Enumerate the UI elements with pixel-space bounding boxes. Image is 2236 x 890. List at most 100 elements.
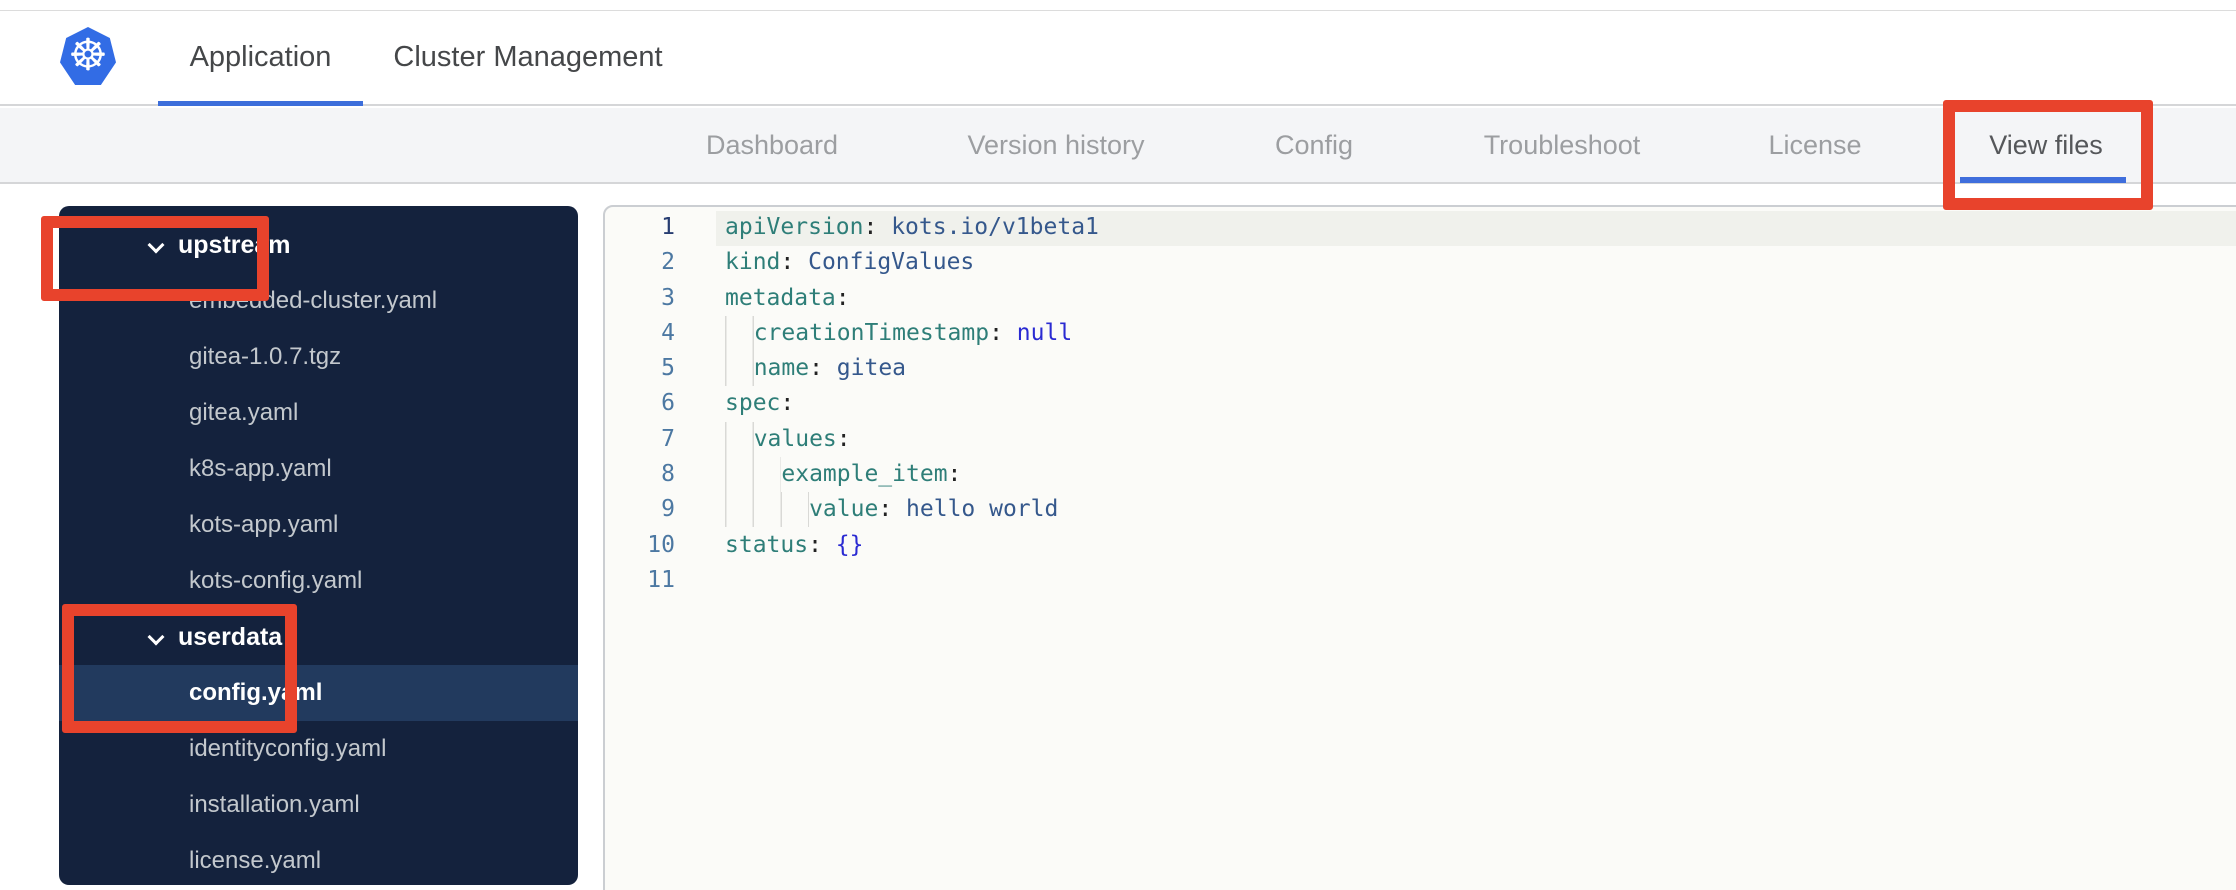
- token-punct: :: [808, 531, 836, 558]
- chevron-down-icon[interactable]: [149, 630, 164, 645]
- nav-tab-dashboard[interactable]: Dashboard: [706, 108, 838, 182]
- token-key: value: [809, 496, 879, 523]
- token-key: kind: [725, 249, 781, 276]
- file-label: k8s-app.yaml: [189, 455, 332, 482]
- chevron-down-icon[interactable]: [149, 238, 164, 253]
- token-punct: :: [878, 496, 907, 523]
- token-key: apiVersion: [725, 214, 864, 240]
- line-number: 9: [661, 496, 675, 523]
- file-row-identityconfig-yaml[interactable]: identityconfig.yaml: [59, 721, 578, 777]
- code-line-6: spec:: [725, 386, 2236, 421]
- app-nav: Dashboard Version history Config Troublesho…: [0, 108, 2236, 184]
- file-row-gitea-yaml[interactable]: gitea.yaml: [59, 385, 578, 441]
- token-punct: :: [809, 355, 837, 382]
- token-key: metadata: [725, 284, 836, 311]
- tab-application[interactable]: Application: [158, 11, 363, 106]
- line-number: 1: [661, 214, 675, 240]
- file-label: license.yaml: [189, 847, 322, 874]
- active-tab-underline: [158, 101, 363, 106]
- token-key: status: [725, 531, 809, 558]
- file-row-embedded-cluster-yaml[interactable]: embedded-cluster.yaml: [59, 273, 578, 329]
- token-key: spec: [725, 390, 781, 417]
- line-number: 10: [647, 531, 675, 558]
- view-files-active-underline: [1960, 177, 2126, 183]
- code-line-7: values:: [725, 421, 2236, 457]
- folder-label: upstream: [178, 230, 291, 259]
- token-punct: :: [780, 390, 795, 417]
- token-value: hello world: [906, 496, 1059, 523]
- line-number-gutter: 1 2 3 4 5 6 7 8 9 10 11: [605, 210, 675, 598]
- nav-tab-license[interactable]: License: [1768, 108, 1861, 182]
- file-row-kots-config-yaml[interactable]: kots-config.yaml: [59, 553, 578, 609]
- nav-tab-config[interactable]: Config: [1275, 108, 1353, 182]
- nav-tab-troubleshoot[interactable]: Troubleshoot: [1484, 108, 1641, 182]
- file-row-config-yaml[interactable]: config.yaml: [59, 665, 578, 721]
- folder-label: userdata: [178, 622, 283, 651]
- line-number: 8: [661, 461, 675, 488]
- file-label: gitea-1.0.7.tgz: [189, 343, 342, 370]
- nav-tab-version-history[interactable]: Version history: [967, 108, 1144, 182]
- file-row-kots-app-yaml[interactable]: kots-app.yaml: [59, 497, 578, 553]
- token-punct: :: [835, 284, 850, 311]
- file-label: installation.yaml: [189, 791, 360, 818]
- file-tree-sidebar: upstream embedded-cluster.yaml gitea-1.0.7…: [59, 206, 578, 885]
- helm-wheel-glyph: ☸: [68, 31, 108, 80]
- token-punct: :: [836, 425, 851, 452]
- token-value: gitea: [836, 355, 907, 382]
- code-line-2: kind: ConfigValues: [725, 245, 2236, 280]
- token-const: {}: [835, 531, 864, 558]
- token-key: name: [753, 355, 810, 382]
- file-row-license-yaml[interactable]: license.yaml: [59, 833, 578, 885]
- token-value: ConfigValues: [808, 249, 975, 276]
- line-number: 11: [647, 566, 675, 593]
- indent-guides: [725, 457, 782, 493]
- code-line-10: status: {}: [725, 528, 2236, 563]
- token-key: example_item: [781, 461, 948, 488]
- nav-tab-view-files[interactable]: View files: [1989, 108, 2103, 182]
- token-punct: :: [947, 461, 962, 488]
- file-row-gitea-1-0-7-tgz[interactable]: gitea-1.0.7.tgz: [59, 329, 578, 385]
- code-content: apiVersion: kots.io/v1beta1 kind: ConfigV…: [725, 210, 2236, 598]
- tab-cluster-management-label: Cluster Management: [393, 41, 663, 73]
- code-editor-panel[interactable]: 1 2 3 4 5 6 7 8 9 10 11 apiVersion: kots.io/v1beta…: [603, 205, 2236, 890]
- line-number: 7: [661, 425, 675, 452]
- token-value: kots.io/v1beta1: [891, 214, 1099, 240]
- kots-admin-console: ☸ Application Cluster Management Dashboa…: [0, 0, 2236, 890]
- file-label: embedded-cluster.yaml: [189, 287, 438, 314]
- line-number: 2: [661, 249, 675, 276]
- kubernetes-logo-icon[interactable]: ☸: [60, 27, 116, 85]
- token-key: creationTimestamp: [753, 319, 990, 346]
- code-line-4: creationTimestamp: null: [725, 315, 2236, 351]
- app-header: ☸ Application Cluster Management: [0, 11, 2236, 106]
- indent-guides: [725, 315, 754, 351]
- file-label: identityconfig.yaml: [189, 735, 387, 762]
- file-row-k8s-app-yaml[interactable]: k8s-app.yaml: [59, 441, 578, 497]
- indent-guides: [725, 351, 754, 387]
- file-label: kots-config.yaml: [189, 567, 363, 594]
- code-line-5: name: gitea: [725, 351, 2236, 387]
- line-number: 4: [661, 319, 675, 346]
- folder-row-userdata[interactable]: userdata: [59, 609, 578, 665]
- code-line-9: value: hello world: [725, 492, 2236, 528]
- code-line-8: example_item:: [725, 457, 2236, 493]
- code-line-1: apiVersion: kots.io/v1beta1: [725, 210, 2236, 245]
- line-number: 6: [661, 390, 675, 417]
- token-key: values: [753, 425, 837, 452]
- token-punct: :: [863, 214, 892, 240]
- folder-row-upstream[interactable]: upstream: [59, 217, 578, 273]
- indent-guides: [725, 492, 810, 528]
- code-line-3: metadata:: [725, 281, 2236, 316]
- token-punct: :: [989, 319, 1017, 346]
- tab-application-label: Application: [189, 41, 332, 73]
- line-number: 5: [661, 355, 675, 382]
- indent-guides: [725, 421, 754, 457]
- line-number: 3: [661, 284, 675, 311]
- token-punct: :: [780, 249, 809, 276]
- file-label: config.yaml: [189, 679, 323, 706]
- file-label: kots-app.yaml: [189, 511, 339, 538]
- tab-cluster-management[interactable]: Cluster Management: [393, 11, 663, 104]
- file-row-installation-yaml[interactable]: installation.yaml: [59, 777, 578, 833]
- token-const: null: [1016, 319, 1073, 346]
- file-label: gitea.yaml: [189, 399, 299, 426]
